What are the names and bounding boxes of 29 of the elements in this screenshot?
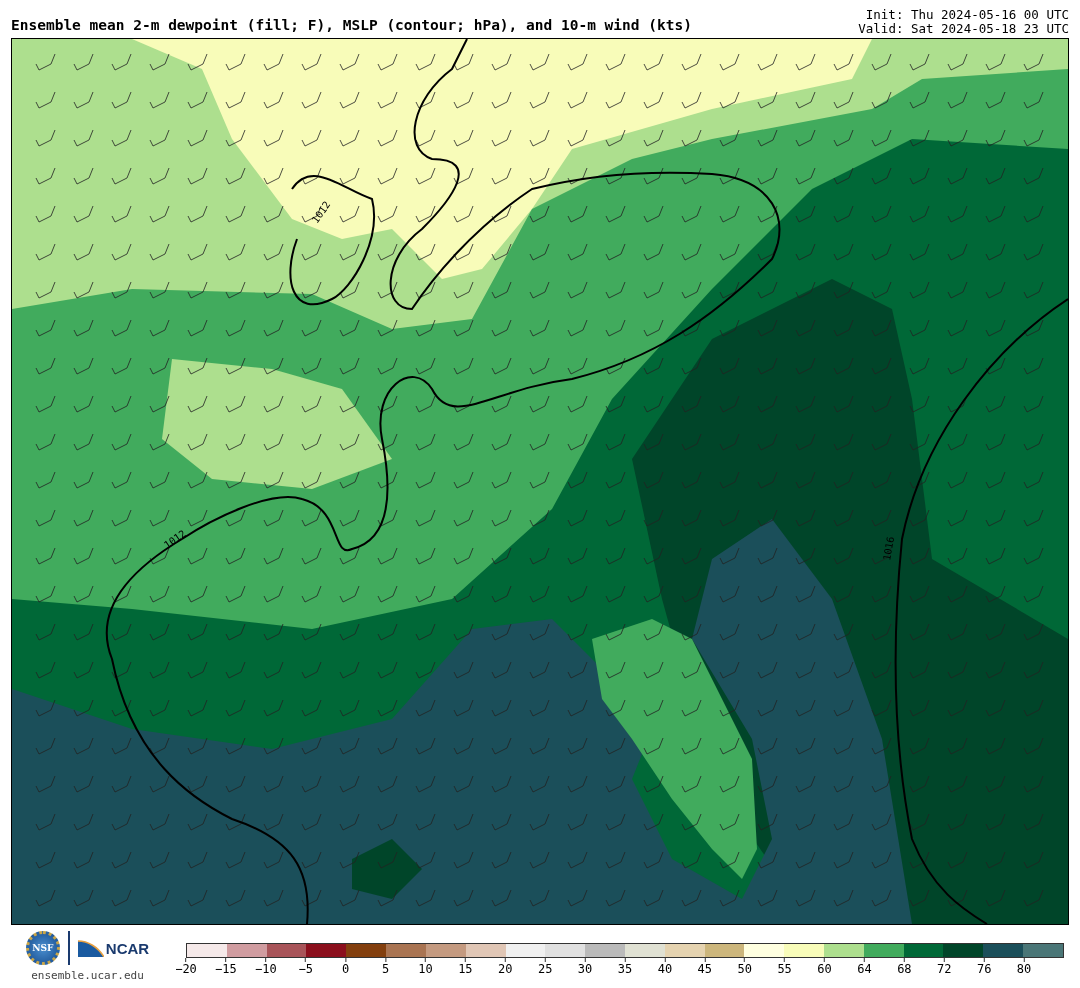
colorbar-tick-label: 20 [498,962,513,976]
colorbar-tick-label: 40 [657,962,673,976]
chart-title: Ensemble mean 2-m dewpoint (fill; F), MSLP (contour; hPa), and 10-m wind (kts) [11,17,692,35]
colorbar-tick-label: −5 [298,962,313,976]
nsf-logo: NSF [25,931,60,965]
colorbar-tick-label: 50 [737,962,752,976]
website-url: ensemble.ucar.edu [31,969,144,982]
isobar-label: 1016 [881,535,897,562]
colorbar-tick-label: −15 [215,962,237,976]
colorbar-tick-label: 5 [381,962,390,976]
colorbar-tick-label: 35 [617,962,633,976]
colorbar-tick-label: 55 [777,962,792,976]
colorbar-tick-label: 80 [1016,962,1032,976]
colorbar-tick-label: 0 [342,962,350,976]
colorbar-tick-label: 60 [817,962,832,976]
colorbar-tick-label: 15 [458,962,473,976]
colorbar-tick-label: 64 [857,962,872,976]
init-time: Init: Thu 2024-05-16 00 UTC [865,8,1069,22]
colorbar-tick-label: 25 [537,962,553,976]
colorbar-tick-label: 68 [897,962,912,976]
colorbar-tick-label: 30 [577,962,593,976]
colorbar-tick-label: 45 [697,962,713,976]
colorbar-tick-label: −10 [254,962,277,976]
valid-time: Valid: Sat 2024-05-18 23 UTC [858,22,1069,36]
colorbar-tick-label: 76 [976,962,992,976]
colorbar-tick-label: −20 [175,962,197,976]
ncar-logo: NCAR [77,939,150,957]
colorbar-tick-label: 10 [418,962,433,976]
colorbar-tick-label: 72 [937,962,952,976]
